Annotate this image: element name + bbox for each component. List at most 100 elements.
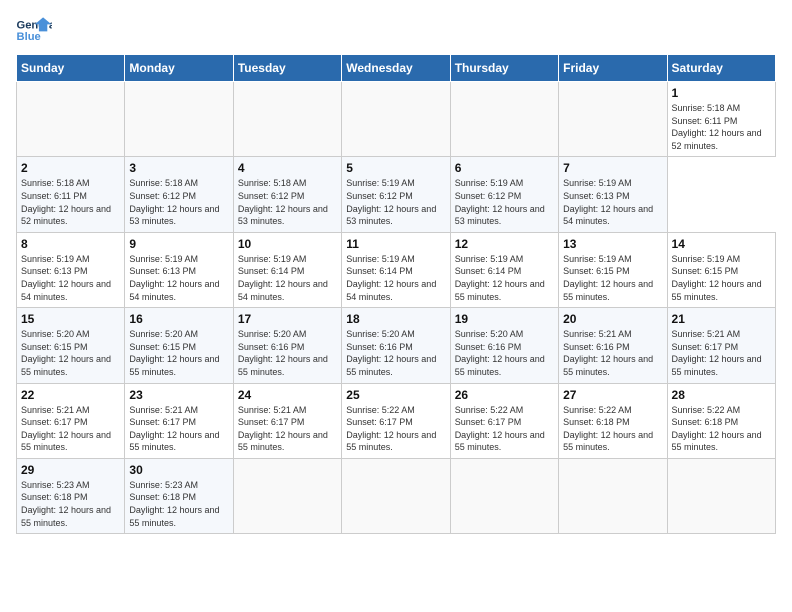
day-number: 1	[672, 86, 771, 100]
day-number: 21	[672, 312, 771, 326]
day-info: Sunrise: 5:21 AMSunset: 6:17 PMDaylight:…	[21, 404, 120, 454]
day-info: Sunrise: 5:18 AMSunset: 6:11 PMDaylight:…	[21, 177, 120, 227]
day-number: 7	[563, 161, 662, 175]
day-info: Sunrise: 5:19 AMSunset: 6:12 PMDaylight:…	[346, 177, 445, 227]
day-info: Sunrise: 5:19 AMSunset: 6:15 PMDaylight:…	[563, 253, 662, 303]
day-number: 11	[346, 237, 445, 251]
col-saturday: Saturday	[667, 55, 775, 82]
col-thursday: Thursday	[450, 55, 558, 82]
day-number: 13	[563, 237, 662, 251]
calendar-cell: 16 Sunrise: 5:20 AMSunset: 6:15 PMDayligh…	[125, 308, 233, 383]
calendar-week-row: 15 Sunrise: 5:20 AMSunset: 6:15 PMDayligh…	[17, 308, 776, 383]
day-info: Sunrise: 5:19 AMSunset: 6:14 PMDaylight:…	[455, 253, 554, 303]
calendar-cell	[342, 82, 450, 157]
day-info: Sunrise: 5:21 AMSunset: 6:17 PMDaylight:…	[129, 404, 228, 454]
day-number: 30	[129, 463, 228, 477]
day-number: 18	[346, 312, 445, 326]
calendar-cell	[559, 82, 667, 157]
day-info: Sunrise: 5:19 AMSunset: 6:14 PMDaylight:…	[238, 253, 337, 303]
day-info: Sunrise: 5:23 AMSunset: 6:18 PMDaylight:…	[21, 479, 120, 529]
calendar-header-row: Sunday Monday Tuesday Wednesday Thursday…	[17, 55, 776, 82]
day-number: 19	[455, 312, 554, 326]
day-info: Sunrise: 5:19 AMSunset: 6:13 PMDaylight:…	[21, 253, 120, 303]
day-info: Sunrise: 5:20 AMSunset: 6:16 PMDaylight:…	[238, 328, 337, 378]
calendar-cell: 7Sunrise: 5:19 AMSunset: 6:13 PMDaylight…	[559, 157, 667, 232]
day-info: Sunrise: 5:19 AMSunset: 6:13 PMDaylight:…	[129, 253, 228, 303]
calendar-cell: 5 Sunrise: 5:19 AMSunset: 6:12 PMDaylight…	[342, 157, 450, 232]
svg-text:Blue: Blue	[17, 31, 41, 43]
calendar-cell: 26 Sunrise: 5:22 AMSunset: 6:17 PMDayligh…	[450, 383, 558, 458]
calendar-cell: 6Sunrise: 5:19 AMSunset: 6:12 PMDaylight…	[450, 157, 558, 232]
day-number: 15	[21, 312, 120, 326]
day-number: 10	[238, 237, 337, 251]
calendar: Sunday Monday Tuesday Wednesday Thursday…	[16, 54, 776, 534]
day-number: 23	[129, 388, 228, 402]
day-number: 27	[563, 388, 662, 402]
day-number: 26	[455, 388, 554, 402]
day-number: 5	[346, 161, 445, 175]
day-number: 14	[672, 237, 771, 251]
calendar-week-row: 22 Sunrise: 5:21 AMSunset: 6:17 PMDayligh…	[17, 383, 776, 458]
calendar-week-row: 2 Sunrise: 5:18 AMSunset: 6:11 PMDaylight…	[17, 157, 776, 232]
day-info: Sunrise: 5:22 AMSunset: 6:18 PMDaylight:…	[672, 404, 771, 454]
day-number: 29	[21, 463, 120, 477]
calendar-cell: 4Sunrise: 5:18 AMSunset: 6:12 PMDaylight…	[233, 157, 341, 232]
calendar-cell	[17, 82, 125, 157]
col-sunday: Sunday	[17, 55, 125, 82]
calendar-cell: 30Sunrise: 5:23 AMSunset: 6:18 PMDayligh…	[125, 458, 233, 533]
day-number: 28	[672, 388, 771, 402]
calendar-cell	[233, 82, 341, 157]
calendar-cell: 11 Sunrise: 5:19 AMSunset: 6:14 PMDayligh…	[342, 232, 450, 307]
logo-icon: General Blue	[16, 16, 52, 44]
day-info: Sunrise: 5:20 AMSunset: 6:16 PMDaylight:…	[455, 328, 554, 378]
day-info: Sunrise: 5:19 AMSunset: 6:14 PMDaylight:…	[346, 253, 445, 303]
day-info: Sunrise: 5:21 AMSunset: 6:17 PMDaylight:…	[238, 404, 337, 454]
day-number: 12	[455, 237, 554, 251]
day-number: 9	[129, 237, 228, 251]
calendar-cell: 21 Sunrise: 5:21 AMSunset: 6:17 PMDayligh…	[667, 308, 775, 383]
calendar-cell: 22 Sunrise: 5:21 AMSunset: 6:17 PMDayligh…	[17, 383, 125, 458]
day-info: Sunrise: 5:20 AMSunset: 6:16 PMDaylight:…	[346, 328, 445, 378]
day-number: 20	[563, 312, 662, 326]
calendar-cell	[233, 458, 341, 533]
col-tuesday: Tuesday	[233, 55, 341, 82]
day-info: Sunrise: 5:19 AMSunset: 6:12 PMDaylight:…	[455, 177, 554, 227]
calendar-cell	[450, 458, 558, 533]
calendar-cell	[342, 458, 450, 533]
calendar-cell: 27Sunrise: 5:22 AMSunset: 6:18 PMDayligh…	[559, 383, 667, 458]
day-info: Sunrise: 5:20 AMSunset: 6:15 PMDaylight:…	[129, 328, 228, 378]
calendar-week-row: 29 Sunrise: 5:23 AMSunset: 6:18 PMDayligh…	[17, 458, 776, 533]
calendar-cell	[125, 82, 233, 157]
calendar-cell: 28 Sunrise: 5:22 AMSunset: 6:18 PMDayligh…	[667, 383, 775, 458]
calendar-week-row: 1 Sunrise: 5:18 AMSunset: 6:11 PMDaylight…	[17, 82, 776, 157]
day-info: Sunrise: 5:21 AMSunset: 6:17 PMDaylight:…	[672, 328, 771, 378]
calendar-cell: 25Sunrise: 5:22 AMSunset: 6:17 PMDayligh…	[342, 383, 450, 458]
col-wednesday: Wednesday	[342, 55, 450, 82]
day-number: 16	[129, 312, 228, 326]
col-monday: Monday	[125, 55, 233, 82]
day-info: Sunrise: 5:18 AMSunset: 6:12 PMDaylight:…	[129, 177, 228, 227]
day-info: Sunrise: 5:18 AMSunset: 6:12 PMDaylight:…	[238, 177, 337, 227]
calendar-cell	[450, 82, 558, 157]
calendar-cell: 29 Sunrise: 5:23 AMSunset: 6:18 PMDayligh…	[17, 458, 125, 533]
day-number: 8	[21, 237, 120, 251]
calendar-cell: 15 Sunrise: 5:20 AMSunset: 6:15 PMDayligh…	[17, 308, 125, 383]
logo: General Blue	[16, 16, 52, 44]
col-friday: Friday	[559, 55, 667, 82]
calendar-cell: 1 Sunrise: 5:18 AMSunset: 6:11 PMDaylight…	[667, 82, 775, 157]
calendar-cell: 12 Sunrise: 5:19 AMSunset: 6:14 PMDayligh…	[450, 232, 558, 307]
day-info: Sunrise: 5:20 AMSunset: 6:15 PMDaylight:…	[21, 328, 120, 378]
calendar-week-row: 8 Sunrise: 5:19 AMSunset: 6:13 PMDaylight…	[17, 232, 776, 307]
calendar-cell	[667, 458, 775, 533]
day-number: 3	[129, 161, 228, 175]
day-info: Sunrise: 5:18 AMSunset: 6:11 PMDaylight:…	[672, 102, 771, 152]
calendar-cell: 10 Sunrise: 5:19 AMSunset: 6:14 PMDayligh…	[233, 232, 341, 307]
day-number: 2	[21, 161, 120, 175]
calendar-cell: 8 Sunrise: 5:19 AMSunset: 6:13 PMDaylight…	[17, 232, 125, 307]
day-number: 22	[21, 388, 120, 402]
calendar-cell: 9 Sunrise: 5:19 AMSunset: 6:13 PMDaylight…	[125, 232, 233, 307]
calendar-cell	[559, 458, 667, 533]
day-info: Sunrise: 5:22 AMSunset: 6:17 PMDaylight:…	[455, 404, 554, 454]
calendar-cell: 24Sunrise: 5:21 AMSunset: 6:17 PMDayligh…	[233, 383, 341, 458]
calendar-cell: 23 Sunrise: 5:21 AMSunset: 6:17 PMDayligh…	[125, 383, 233, 458]
